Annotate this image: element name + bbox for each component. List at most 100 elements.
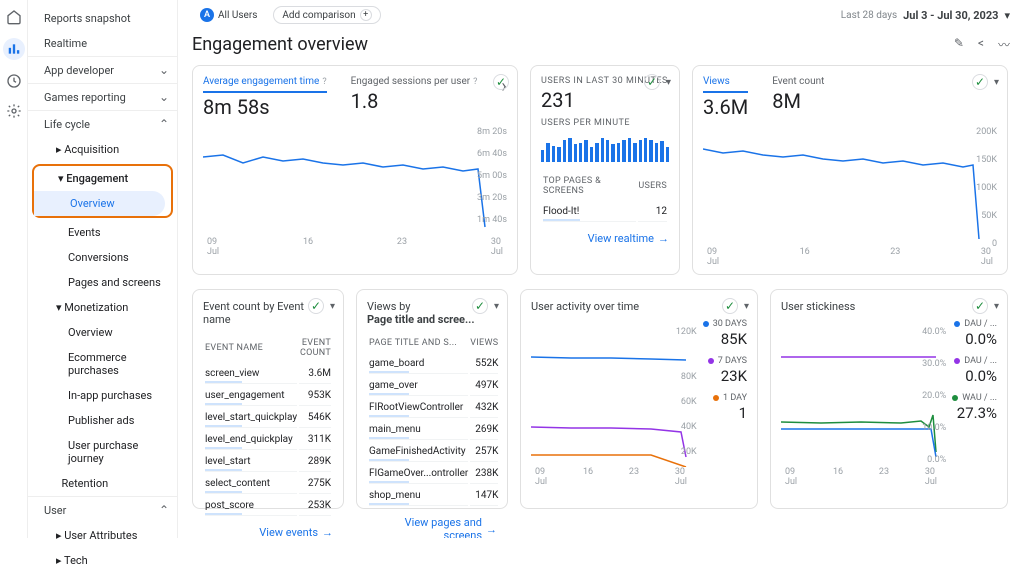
reports-icon[interactable] — [3, 38, 25, 60]
sidebar: Reports snapshot Realtime App developer⌄… — [28, 0, 178, 538]
chevron-down-icon[interactable]: ▾ — [330, 301, 335, 312]
card-event-count: ✓▾ Event count by Event name EVENT NAMEE… — [192, 289, 344, 509]
table-row[interactable]: game_over497K — [369, 376, 498, 396]
chevron-up-icon: ⌃ — [159, 117, 169, 131]
configure-icon[interactable] — [5, 102, 23, 120]
page-title: Engagement overview — [192, 34, 368, 55]
audience-chip[interactable]: AAll Users — [192, 6, 265, 24]
view-pages-link[interactable]: View pages and screens → — [367, 516, 497, 538]
sidebar-engagement-highlight: ▾ Engagement Overview — [32, 164, 173, 218]
table-row[interactable]: main_menu269K — [369, 420, 498, 440]
sidebar-games-reporting[interactable]: Games reporting⌄ — [28, 83, 177, 110]
check-icon: ✓ — [308, 298, 324, 314]
share-icon[interactable]: < — [978, 36, 984, 53]
explore-icon[interactable] — [5, 72, 23, 90]
view-events-link[interactable]: View events → — [203, 526, 333, 538]
views-chart: 200K 150K 100K 50K 0 — [703, 127, 997, 247]
users-per-minute-bars — [541, 132, 669, 162]
check-icon: ✓ — [972, 298, 988, 314]
help-icon[interactable]: ? — [322, 77, 326, 87]
views-label[interactable]: Views — [703, 76, 748, 93]
chevron-up-icon: ⌃ — [159, 503, 169, 517]
sidebar-mon-overview[interactable]: Overview — [28, 320, 177, 345]
sidebar-acquisition[interactable]: ▸ Acquisition — [28, 137, 177, 162]
table-row[interactable]: select_content275K — [205, 474, 331, 494]
sidebar-events[interactable]: Events — [28, 220, 177, 245]
views-value: 3.6M — [703, 95, 748, 119]
chevron-down-icon[interactable]: ▾ — [994, 77, 999, 88]
sidebar-user[interactable]: User⌃ — [28, 496, 177, 523]
table-row[interactable]: level_end_quickplay311K — [205, 430, 331, 450]
table-row[interactable]: game_board552K — [369, 354, 498, 374]
chevron-down-icon: ⌄ — [159, 63, 169, 77]
table-row[interactable]: shop_menu147K — [369, 486, 498, 506]
card-title: User stickiness — [781, 300, 997, 313]
main-content: AAll Users Add comparison+ Last 28 daysJ… — [178, 0, 1024, 538]
card-user-activity: ✓ ▾ User activity over time 120K 80K 60K … — [520, 289, 758, 509]
table-row[interactable]: level_start_quickplay546K — [205, 408, 331, 428]
left-rail — [0, 0, 28, 538]
table-row[interactable]: user_engagement953K — [205, 386, 331, 406]
sidebar-realtime[interactable]: Realtime — [28, 31, 177, 56]
chevron-down-icon[interactable]: ▾ — [994, 301, 999, 312]
table-row[interactable]: FIGameOver...ontroller238K — [369, 464, 498, 484]
sidebar-ecommerce[interactable]: Ecommerce purchases — [28, 345, 177, 383]
table-row[interactable]: level_start289K — [205, 452, 331, 472]
chevron-down-icon: ▾ — [1004, 9, 1010, 22]
event-table: EVENT NAMEEVENT COUNT screen_view3.6M us… — [203, 332, 333, 518]
insights-icon[interactable]: 〰 — [998, 36, 1010, 53]
check-icon: ✓ — [722, 298, 738, 314]
table-row[interactable]: FIRootViewController432K — [369, 398, 498, 418]
date-range-picker[interactable]: Last 28 daysJul 3 - Jul 30, 2023▾ — [841, 9, 1010, 22]
sidebar-publisher-ads[interactable]: Publisher ads — [28, 408, 177, 433]
check-icon: ✓ — [644, 74, 660, 90]
sidebar-engagement[interactable]: ▾ Engagement — [34, 166, 171, 191]
customize-icon[interactable]: ✎ — [954, 36, 964, 53]
card-views-events: ✓▾ Views 3.6M Event count 8M 200K 150K 1… — [692, 65, 1008, 275]
check-icon: ✓ — [493, 74, 509, 90]
view-realtime-link[interactable]: View realtime → — [541, 232, 669, 245]
sidebar-retention[interactable]: Retention — [28, 471, 177, 496]
users30-value: 231 — [541, 88, 669, 112]
sidebar-in-app[interactable]: In-app purchases — [28, 383, 177, 408]
card-user-stickiness: ✓ ▾ User stickiness 40.0% 30.0% 20.0% 10.… — [770, 289, 1008, 509]
per-minute-label: USERS PER MINUTE — [541, 118, 669, 128]
check-icon: ✓ — [972, 74, 988, 90]
stickiness-chart: 40.0% 30.0% 20.0% 10.0% 0.0% — [781, 327, 946, 467]
top-pages-table: TOP PAGES & SCREENSUSERS Flood-It!12 — [541, 170, 669, 224]
sidebar-conversions[interactable]: Conversions — [28, 245, 177, 270]
sidebar-user-purchase[interactable]: User purchase journey — [28, 433, 177, 471]
sidebar-pages-screens[interactable]: Pages and screens — [28, 270, 177, 295]
avg-engagement-label[interactable]: Average engagement time? — [203, 76, 327, 93]
chevron-down-icon: ⌄ — [159, 90, 169, 104]
topbar: AAll Users Add comparison+ Last 28 daysJ… — [178, 0, 1024, 30]
table-row[interactable]: screen_view3.6M — [205, 364, 331, 384]
sidebar-reports-snapshot[interactable]: Reports snapshot — [28, 6, 177, 31]
table-row[interactable]: GameFinishedActivity257K — [369, 442, 498, 462]
avg-engagement-value: 8m 58s — [203, 95, 327, 119]
add-comparison-chip[interactable]: Add comparison+ — [273, 6, 380, 24]
views-table: PAGE TITLE AND S...VIEWS game_board552K … — [367, 332, 500, 508]
sidebar-life-cycle[interactable]: Life cycle⌃ — [28, 110, 177, 137]
card-title: User activity over time — [531, 300, 747, 313]
user-activity-chart: 120K 80K 60K 40K 20K — [531, 327, 697, 467]
card-avg-engagement: ✓ Average engagement time? 8m 58s Engage… — [192, 65, 518, 275]
card-realtime-users: ✓▾ USERS IN LAST 30 MINUTES 231 USERS PE… — [530, 65, 680, 275]
chevron-down-icon[interactable]: ▾ — [494, 301, 499, 312]
sidebar-engagement-overview[interactable]: Overview — [34, 191, 165, 216]
help-icon[interactable]: ? — [473, 77, 477, 87]
sidebar-app-developer[interactable]: App developer⌄ — [28, 56, 177, 83]
engagement-chart: 8m 20s 6m 40s 5m 00s 3m 20s 1m 40s — [203, 127, 507, 237]
table-row[interactable]: Flood-It!12 — [543, 202, 667, 222]
card-views-by-page: ✓▾ Views byPage title and scree... PAGE … — [356, 289, 508, 509]
sidebar-tech[interactable]: ▸ Tech — [28, 548, 177, 573]
chevron-down-icon[interactable]: ▾ — [666, 77, 671, 88]
home-icon[interactable] — [5, 8, 23, 26]
eng-sessions-value: 1.8 — [351, 89, 478, 113]
table-row[interactable]: post_score253K — [205, 496, 331, 516]
sidebar-monetization[interactable]: ▾ Monetization — [28, 295, 177, 320]
plus-icon: + — [360, 9, 372, 21]
chevron-down-icon[interactable]: ▾ — [744, 301, 749, 312]
sidebar-user-attributes[interactable]: ▸ User Attributes — [28, 523, 177, 548]
event-count-value: 8M — [772, 89, 824, 113]
